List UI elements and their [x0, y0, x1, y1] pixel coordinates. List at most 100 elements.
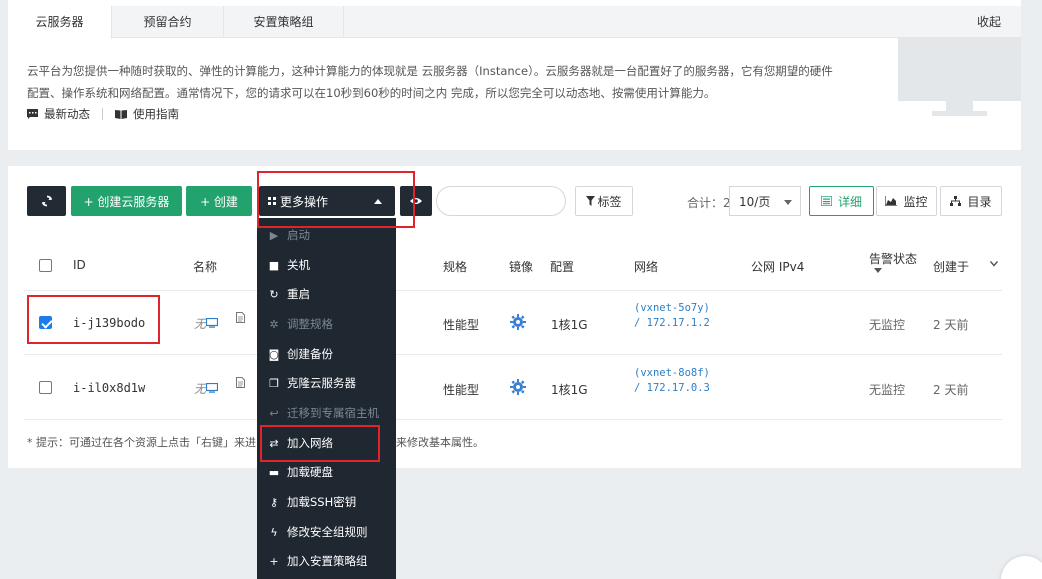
col-header-image[interactable]: 镜像 [509, 258, 533, 275]
col-header-alarm[interactable]: 告警状态 [869, 250, 917, 267]
col-header-id[interactable]: ID [73, 258, 86, 272]
tab-instances[interactable]: 云服务器 [8, 6, 112, 39]
comment-icon [27, 109, 38, 119]
intro-text: 云平台为您提供一种随时获取的、弹性的计算能力，这种计算能力的体现就是 云服务器（… [27, 64, 833, 100]
row-divider [24, 354, 1002, 355]
monitor-view-button[interactable]: 监控 [876, 186, 937, 216]
menu-item-clone[interactable]: ❐ 克隆云服务器 [257, 368, 396, 398]
instance-network[interactable]: (vxnet-8o8f) / 172.17.0.3 [634, 366, 710, 396]
catalog-label: 目录 [967, 194, 992, 209]
alarm-status: 无监控 [869, 383, 906, 397]
menu-item-restart[interactable]: ↻ 重启 [257, 279, 396, 309]
menu-item-label: 迁移到专属宿主机 [287, 406, 379, 420]
file-icon[interactable] [236, 312, 245, 323]
filter-icon [586, 196, 596, 206]
menu-item-create-backup[interactable]: ◙ 创建备份 [257, 339, 396, 369]
news-link[interactable]: 最新动态 [27, 106, 90, 122]
reply-icon: ↩ [269, 406, 279, 420]
col-header-public-ip[interactable]: 公网 IPv4 [751, 258, 804, 275]
menu-item-label: 加载SSH密钥 [287, 495, 357, 509]
created-time: 2 天前 [933, 318, 969, 332]
highlight-selected-instance [27, 295, 160, 344]
col-header-created[interactable]: 创建于 [933, 258, 969, 275]
network-ip: / 172.17.1.2 [634, 317, 710, 329]
hint-prefix: * 提示：可通过在各个资源上点击「右键」来进 [27, 436, 256, 449]
tab-placement-groups[interactable]: 安置策略组 [224, 6, 344, 38]
col-header-spec[interactable]: 规格 [443, 258, 467, 275]
menu-item-migrate-dedicated-host[interactable]: ↩ 迁移到专属宿主机 [257, 398, 396, 428]
camera-icon: ◙ [268, 347, 280, 361]
desktop-icon [205, 317, 219, 328]
highlight-more-actions [257, 171, 415, 228]
instance-spec: 性能型 [443, 383, 480, 397]
network-vxnet[interactable]: (vxnet-5o7y) [634, 301, 710, 316]
page-size-select[interactable]: 10/页 [729, 186, 801, 216]
file-icon[interactable] [236, 377, 245, 388]
intro-links: 最新动态 使用指南 [27, 106, 179, 122]
network-vxnet[interactable]: (vxnet-8o8f) [634, 366, 710, 381]
news-link-label: 最新动态 [44, 107, 90, 121]
menu-item-label: 加载硬盘 [287, 465, 333, 479]
menu-item-label: 关机 [287, 258, 310, 272]
detail-view-button[interactable]: 详细 [809, 186, 874, 216]
caret-down-icon[interactable] [874, 268, 882, 273]
menu-item-attach-ssh-key[interactable]: ⚷ 加载SSH密钥 [257, 487, 396, 517]
instance-name-placeholder[interactable]: 无 [194, 315, 219, 332]
col-header-name[interactable]: 名称 [193, 258, 217, 275]
create-instance-button[interactable]: + 创建云服务器 [71, 186, 182, 216]
collapse-button[interactable]: 收起 [977, 6, 1001, 38]
menu-item-label: 修改安全组规则 [287, 525, 368, 539]
disk-icon: ▬ [268, 465, 280, 479]
help-chat-button[interactable] [1001, 556, 1042, 579]
monitor-label: 监控 [903, 194, 928, 209]
bolt-icon: ϟ [270, 525, 278, 539]
guide-link[interactable]: 使用指南 [115, 106, 179, 122]
row-divider [24, 290, 1002, 291]
menu-item-shutdown[interactable]: ■ 关机 [257, 250, 396, 280]
search-input[interactable] [436, 186, 566, 216]
key-icon: ⚷ [269, 495, 279, 509]
empty-name-text: 无 [194, 382, 207, 396]
image-gear-icon[interactable] [510, 314, 526, 330]
detail-label: 详细 [837, 194, 862, 209]
menu-item-label: 调整规格 [287, 317, 333, 331]
tags-label: 标签 [597, 194, 622, 209]
refresh-button[interactable] [27, 186, 66, 216]
alarm-status: 无监控 [869, 318, 906, 332]
page-size-value: 10/页 [739, 194, 771, 209]
links-divider [102, 108, 103, 120]
image-gear-icon[interactable] [510, 379, 526, 395]
book-icon [115, 110, 127, 119]
area-chart-icon [885, 196, 898, 206]
menu-item-resize[interactable]: ✲ 调整规格 [257, 309, 396, 339]
col-header-network[interactable]: 网络 [634, 258, 658, 275]
refresh-icon [41, 195, 52, 207]
stop-icon: ■ [268, 258, 280, 272]
hint-text: * 提示：可通过在各个资源上点击「右键」来进 来修改基本属性。 [27, 434, 484, 450]
tab-reserved-contracts[interactable]: 预留合约 [112, 6, 224, 38]
list-icon [820, 196, 832, 206]
chevron-down-icon[interactable] [990, 261, 998, 267]
menu-item-modify-security-group[interactable]: ϟ 修改安全组规则 [257, 517, 396, 547]
intro-card: 云服务器 预留合约 安置策略组 收起 云平台为您提供一种随时获取的、弹性的计算能… [8, 0, 1021, 150]
col-header-config[interactable]: 配置 [550, 258, 574, 275]
row-checkbox[interactable] [39, 381, 52, 394]
catalog-view-button[interactable]: 目录 [940, 186, 1002, 216]
select-all-checkbox[interactable] [39, 259, 52, 272]
instance-network[interactable]: (vxnet-5o7y) / 172.17.1.2 [634, 301, 710, 331]
create-button[interactable]: + 创建 [186, 186, 252, 216]
instance-id-link[interactable]: i-il0x8d1w [73, 381, 145, 395]
instance-name-placeholder[interactable]: 无 [194, 380, 219, 397]
highlight-join-network [260, 425, 380, 462]
network-ip: / 172.17.0.3 [634, 382, 710, 394]
monitor-illustration [898, 38, 1021, 121]
menu-item-label: 加入安置策略组 [287, 554, 368, 568]
more-actions-dropdown: ▶ 启动 ■ 关机 ↻ 重启 ✲ 调整规格 ◙ 创建备份 ❐ 克隆云服务器 ↩ 迁移到专属宿主… [257, 218, 396, 579]
clone-icon: ❐ [269, 376, 279, 390]
tags-filter-button[interactable]: 标签 [575, 186, 633, 216]
menu-item-join-placement-group[interactable]: + 加入安置策略组 [257, 546, 396, 576]
restart-icon: ↻ [269, 287, 279, 301]
plus-icon: + [269, 554, 279, 568]
guide-link-label: 使用指南 [133, 107, 179, 121]
menu-item-label: 克隆云服务器 [287, 376, 356, 390]
